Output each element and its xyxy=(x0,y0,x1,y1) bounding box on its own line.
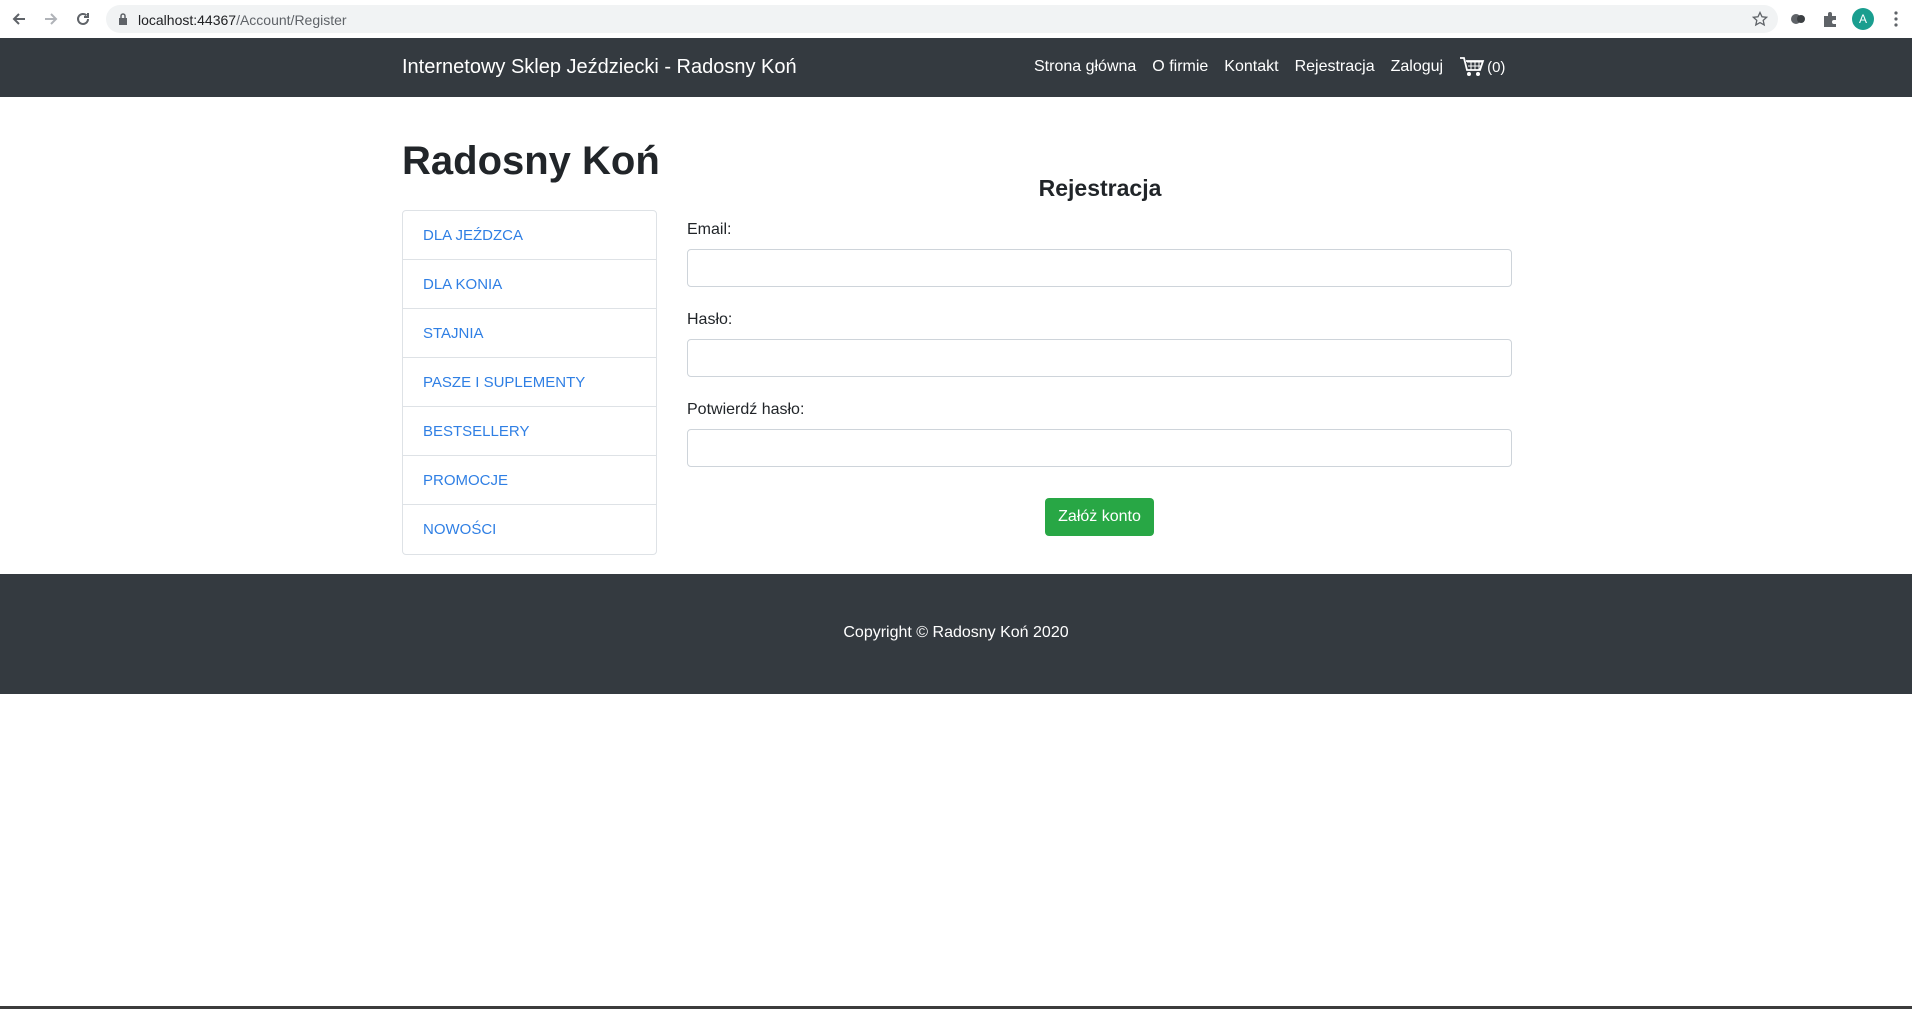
category-item-bestsellers[interactable]: BESTSELLERY xyxy=(403,407,656,456)
reload-button[interactable] xyxy=(73,9,93,29)
arrow-right-icon xyxy=(45,13,58,25)
back-button[interactable] xyxy=(9,9,29,29)
nav-link-contact[interactable]: Kontakt xyxy=(1224,58,1278,76)
page-title: Radosny Koń xyxy=(402,139,660,183)
browser-toolbar: localhost:44367/Account/Register A xyxy=(0,0,1912,38)
extension-icon[interactable] xyxy=(1789,10,1807,28)
lock-icon xyxy=(119,13,127,25)
site-navbar: Internetowy Sklep Jeździecki - Radosny K… xyxy=(0,38,1912,97)
profile-avatar[interactable]: A xyxy=(1852,8,1874,30)
url-host: localhost:44367 xyxy=(138,12,237,28)
confirm-password-field[interactable] xyxy=(687,429,1512,467)
more-menu-icon[interactable] xyxy=(1888,9,1904,29)
site-footer: Copyright © Radosny Koń 2020 xyxy=(0,574,1912,694)
category-item-stable[interactable]: STAJNIA xyxy=(403,309,656,358)
url-text: localhost:44367/Account/Register xyxy=(138,12,347,28)
brand-link[interactable]: Internetowy Sklep Jeździecki - Radosny K… xyxy=(402,56,797,79)
category-item-new[interactable]: NOWOŚCI xyxy=(403,505,656,554)
shopping-cart-icon xyxy=(1460,57,1485,76)
puzzle-icon[interactable] xyxy=(1821,10,1839,28)
create-account-button[interactable]: Załóż konto xyxy=(1045,498,1154,536)
category-item-horse[interactable]: DLA KONIA xyxy=(403,260,656,309)
email-field[interactable] xyxy=(687,249,1512,287)
form-title: Rejestracja xyxy=(1038,175,1162,201)
nav-links: Strona główna O firmie Kontakt Rejestrac… xyxy=(1034,56,1505,78)
category-item-promotions[interactable]: PROMOCJE xyxy=(403,456,656,505)
cart-count: (0) xyxy=(1487,58,1506,76)
url-path: /Account/Register xyxy=(236,12,347,28)
category-list: DLA JEŹDZCA DLA KONIA STAJNIA PASZE I SU… xyxy=(402,210,657,555)
password-label: Hasło: xyxy=(687,311,733,328)
nav-link-home[interactable]: Strona główna xyxy=(1034,58,1136,76)
category-item-feed[interactable]: PASZE I SUPLEMENTY xyxy=(403,358,656,407)
email-label: Email: xyxy=(687,221,732,238)
category-item-rider[interactable]: DLA JEŹDZCA xyxy=(403,211,656,260)
confirm-password-label: Potwierdź hasło: xyxy=(687,401,805,418)
cart-link[interactable]: (0) xyxy=(1459,56,1505,78)
address-bar[interactable]: localhost:44367/Account/Register xyxy=(106,5,1778,33)
nav-link-register[interactable]: Rejestracja xyxy=(1295,58,1375,76)
copyright-text: Copyright © Radosny Koń 2020 xyxy=(843,624,1069,641)
password-field[interactable] xyxy=(687,339,1512,377)
arrow-left-icon xyxy=(12,13,25,25)
reload-icon xyxy=(77,12,89,25)
bookmark-star-icon[interactable] xyxy=(1752,11,1768,27)
nav-link-about[interactable]: O firmie xyxy=(1152,58,1208,76)
nav-link-login[interactable]: Zaloguj xyxy=(1391,58,1443,76)
forward-button[interactable] xyxy=(41,9,61,29)
